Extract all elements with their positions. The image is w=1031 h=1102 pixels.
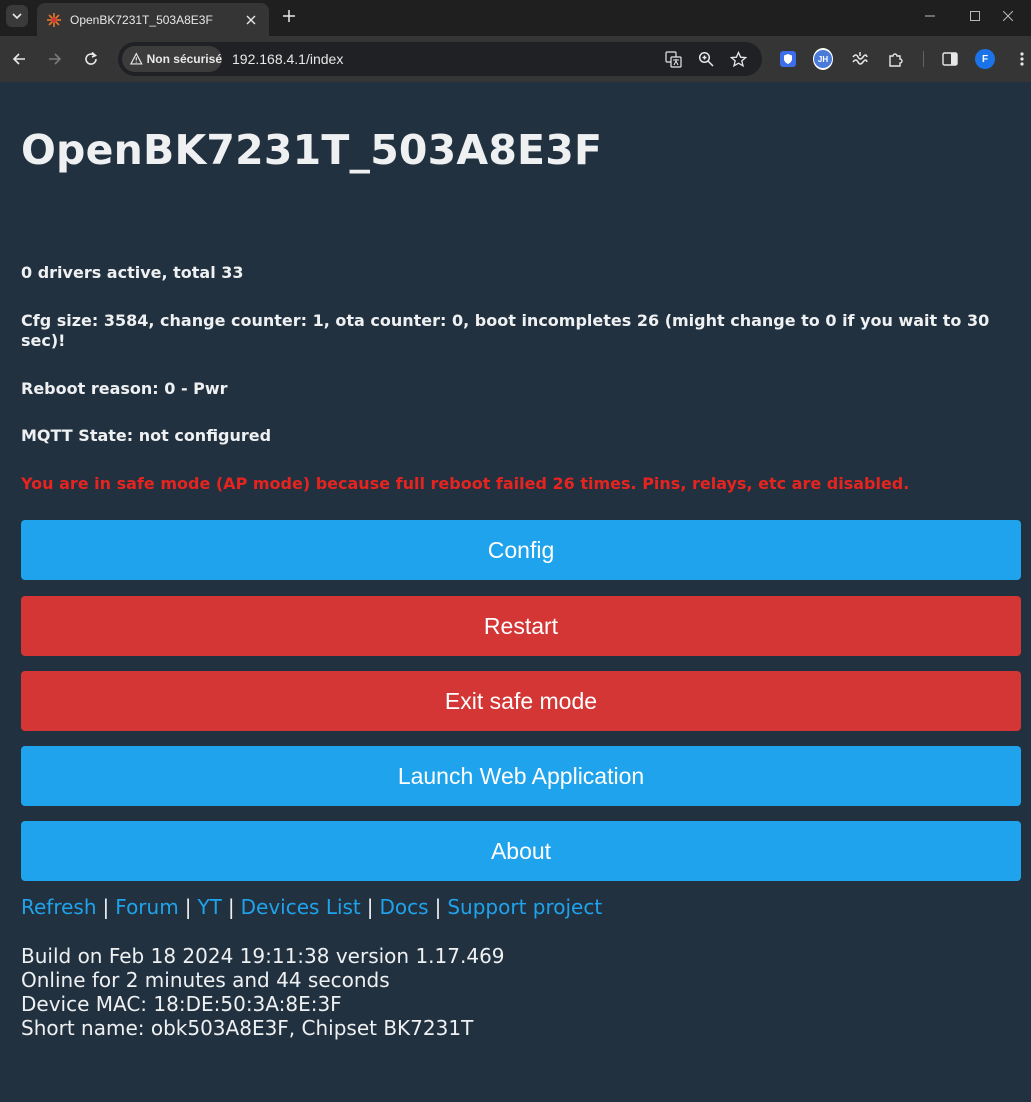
active-tab[interactable]: OpenBK7231T_503A8E3F xyxy=(37,3,269,36)
reload-icon xyxy=(85,51,97,65)
tab-search-button[interactable] xyxy=(6,5,28,27)
launch-web-app-button[interactable]: Launch Web Application xyxy=(21,746,1021,806)
chevron-down-icon xyxy=(12,13,22,20)
zoom-button[interactable] xyxy=(697,50,715,68)
favicon-icon xyxy=(47,12,61,27)
docs-link[interactable]: Docs xyxy=(380,895,429,919)
drivers-info: 0 drivers active, total 33 xyxy=(21,263,244,282)
uptime-info: Online for 2 minutes and 44 seconds xyxy=(21,968,390,992)
link-separator: | xyxy=(366,895,374,919)
translate-icon xyxy=(664,50,682,68)
browser-tab-bar: OpenBK7231T_503A8E3F xyxy=(0,0,1031,36)
extensions-menu-button[interactable] xyxy=(886,49,906,69)
support-project-link[interactable]: Support project xyxy=(447,895,602,919)
browser-menu-button[interactable] xyxy=(1012,49,1031,69)
jh-badge: JH xyxy=(814,50,832,68)
mac-info: Device MAC: 18:DE:50:3A:8E:3F xyxy=(21,992,342,1016)
mqtt-state: MQTT State: not configured xyxy=(21,426,272,445)
exit-safe-mode-button[interactable]: Exit safe mode xyxy=(21,671,1021,731)
reboot-reason: Reboot reason: 0 - Pwr xyxy=(21,379,228,398)
side-panel-icon xyxy=(942,52,958,66)
yt-link[interactable]: YT xyxy=(197,895,221,919)
refresh-link[interactable]: Refresh xyxy=(21,895,97,919)
footer-links: Refresh | Forum | YT | Devices List | Docs | Suppo… xyxy=(21,895,602,919)
maximize-icon xyxy=(970,11,980,21)
toolbar-divider xyxy=(923,51,924,67)
build-info: Build on Feb 18 2024 19:11:38 version 1.… xyxy=(21,944,505,968)
restart-button[interactable]: Restart xyxy=(21,596,1021,656)
minimize-icon xyxy=(925,15,935,17)
profile-avatar: F xyxy=(975,49,995,69)
reload-button[interactable] xyxy=(79,47,103,71)
security-label: Non sécurisé xyxy=(146,52,222,66)
side-panel-button[interactable] xyxy=(940,49,960,69)
warning-icon xyxy=(130,52,143,65)
config-info: Cfg size: 3584, change counter: 1, ota c… xyxy=(21,311,990,350)
extension-shield-button[interactable] xyxy=(778,49,798,69)
tab-title: OpenBK7231T_503A8E3F xyxy=(70,12,213,27)
url-text[interactable]: 192.168.4.1/index xyxy=(232,51,343,67)
link-separator: | xyxy=(434,895,442,919)
translate-button[interactable] xyxy=(664,50,682,68)
browser-toolbar: Non sécurisé 192.168.4.1/index JH F xyxy=(0,36,1031,82)
zoom-icon xyxy=(698,51,714,67)
plus-icon xyxy=(283,10,295,22)
puzzle-icon xyxy=(889,53,903,67)
safe-mode-warning: You are in safe mode (AP mode) because f… xyxy=(21,474,910,493)
shield-icon xyxy=(780,51,796,67)
link-separator: | xyxy=(184,895,192,919)
profile-button[interactable]: F xyxy=(975,49,995,69)
site-security-chip[interactable]: Non sécurisé xyxy=(122,46,222,72)
devices-list-link[interactable]: Devices List xyxy=(241,895,361,919)
close-icon xyxy=(1003,11,1013,21)
forum-link[interactable]: Forum xyxy=(115,895,178,919)
extension-wave-button[interactable] xyxy=(850,49,870,69)
close-tab-button[interactable] xyxy=(243,12,259,28)
jh-extension-icon: JH xyxy=(813,48,833,70)
star-icon xyxy=(729,50,747,67)
link-separator: | xyxy=(102,895,110,919)
wave-icon xyxy=(852,52,868,65)
address-bar[interactable]: Non sécurisé 192.168.4.1/index xyxy=(118,42,762,76)
close-icon xyxy=(246,15,256,24)
page-title: OpenBK7231T_503A8E3F xyxy=(21,126,603,174)
new-tab-button[interactable] xyxy=(279,6,299,26)
short-name-info: Short name: obk503A8E3F, Chipset BK7231T xyxy=(21,1016,474,1040)
device-status: Build on Feb 18 2024 19:11:38 version 1.… xyxy=(21,944,505,1040)
forward-button[interactable] xyxy=(43,47,67,71)
about-button[interactable]: About xyxy=(21,821,1021,881)
page-content: OpenBK7231T_503A8E3F 0 drivers active, t… xyxy=(0,82,1031,1102)
minimize-window-button[interactable] xyxy=(907,0,953,32)
bookmark-button[interactable] xyxy=(729,50,747,68)
extension-jh-button[interactable]: JH xyxy=(813,48,833,70)
link-separator: | xyxy=(227,895,235,919)
config-button[interactable]: Config xyxy=(21,520,1021,580)
close-window-button[interactable] xyxy=(985,0,1031,32)
back-button[interactable] xyxy=(7,47,31,71)
arrow-left-icon xyxy=(12,53,25,65)
arrow-right-icon xyxy=(49,53,62,65)
more-vertical-icon xyxy=(1020,52,1024,66)
